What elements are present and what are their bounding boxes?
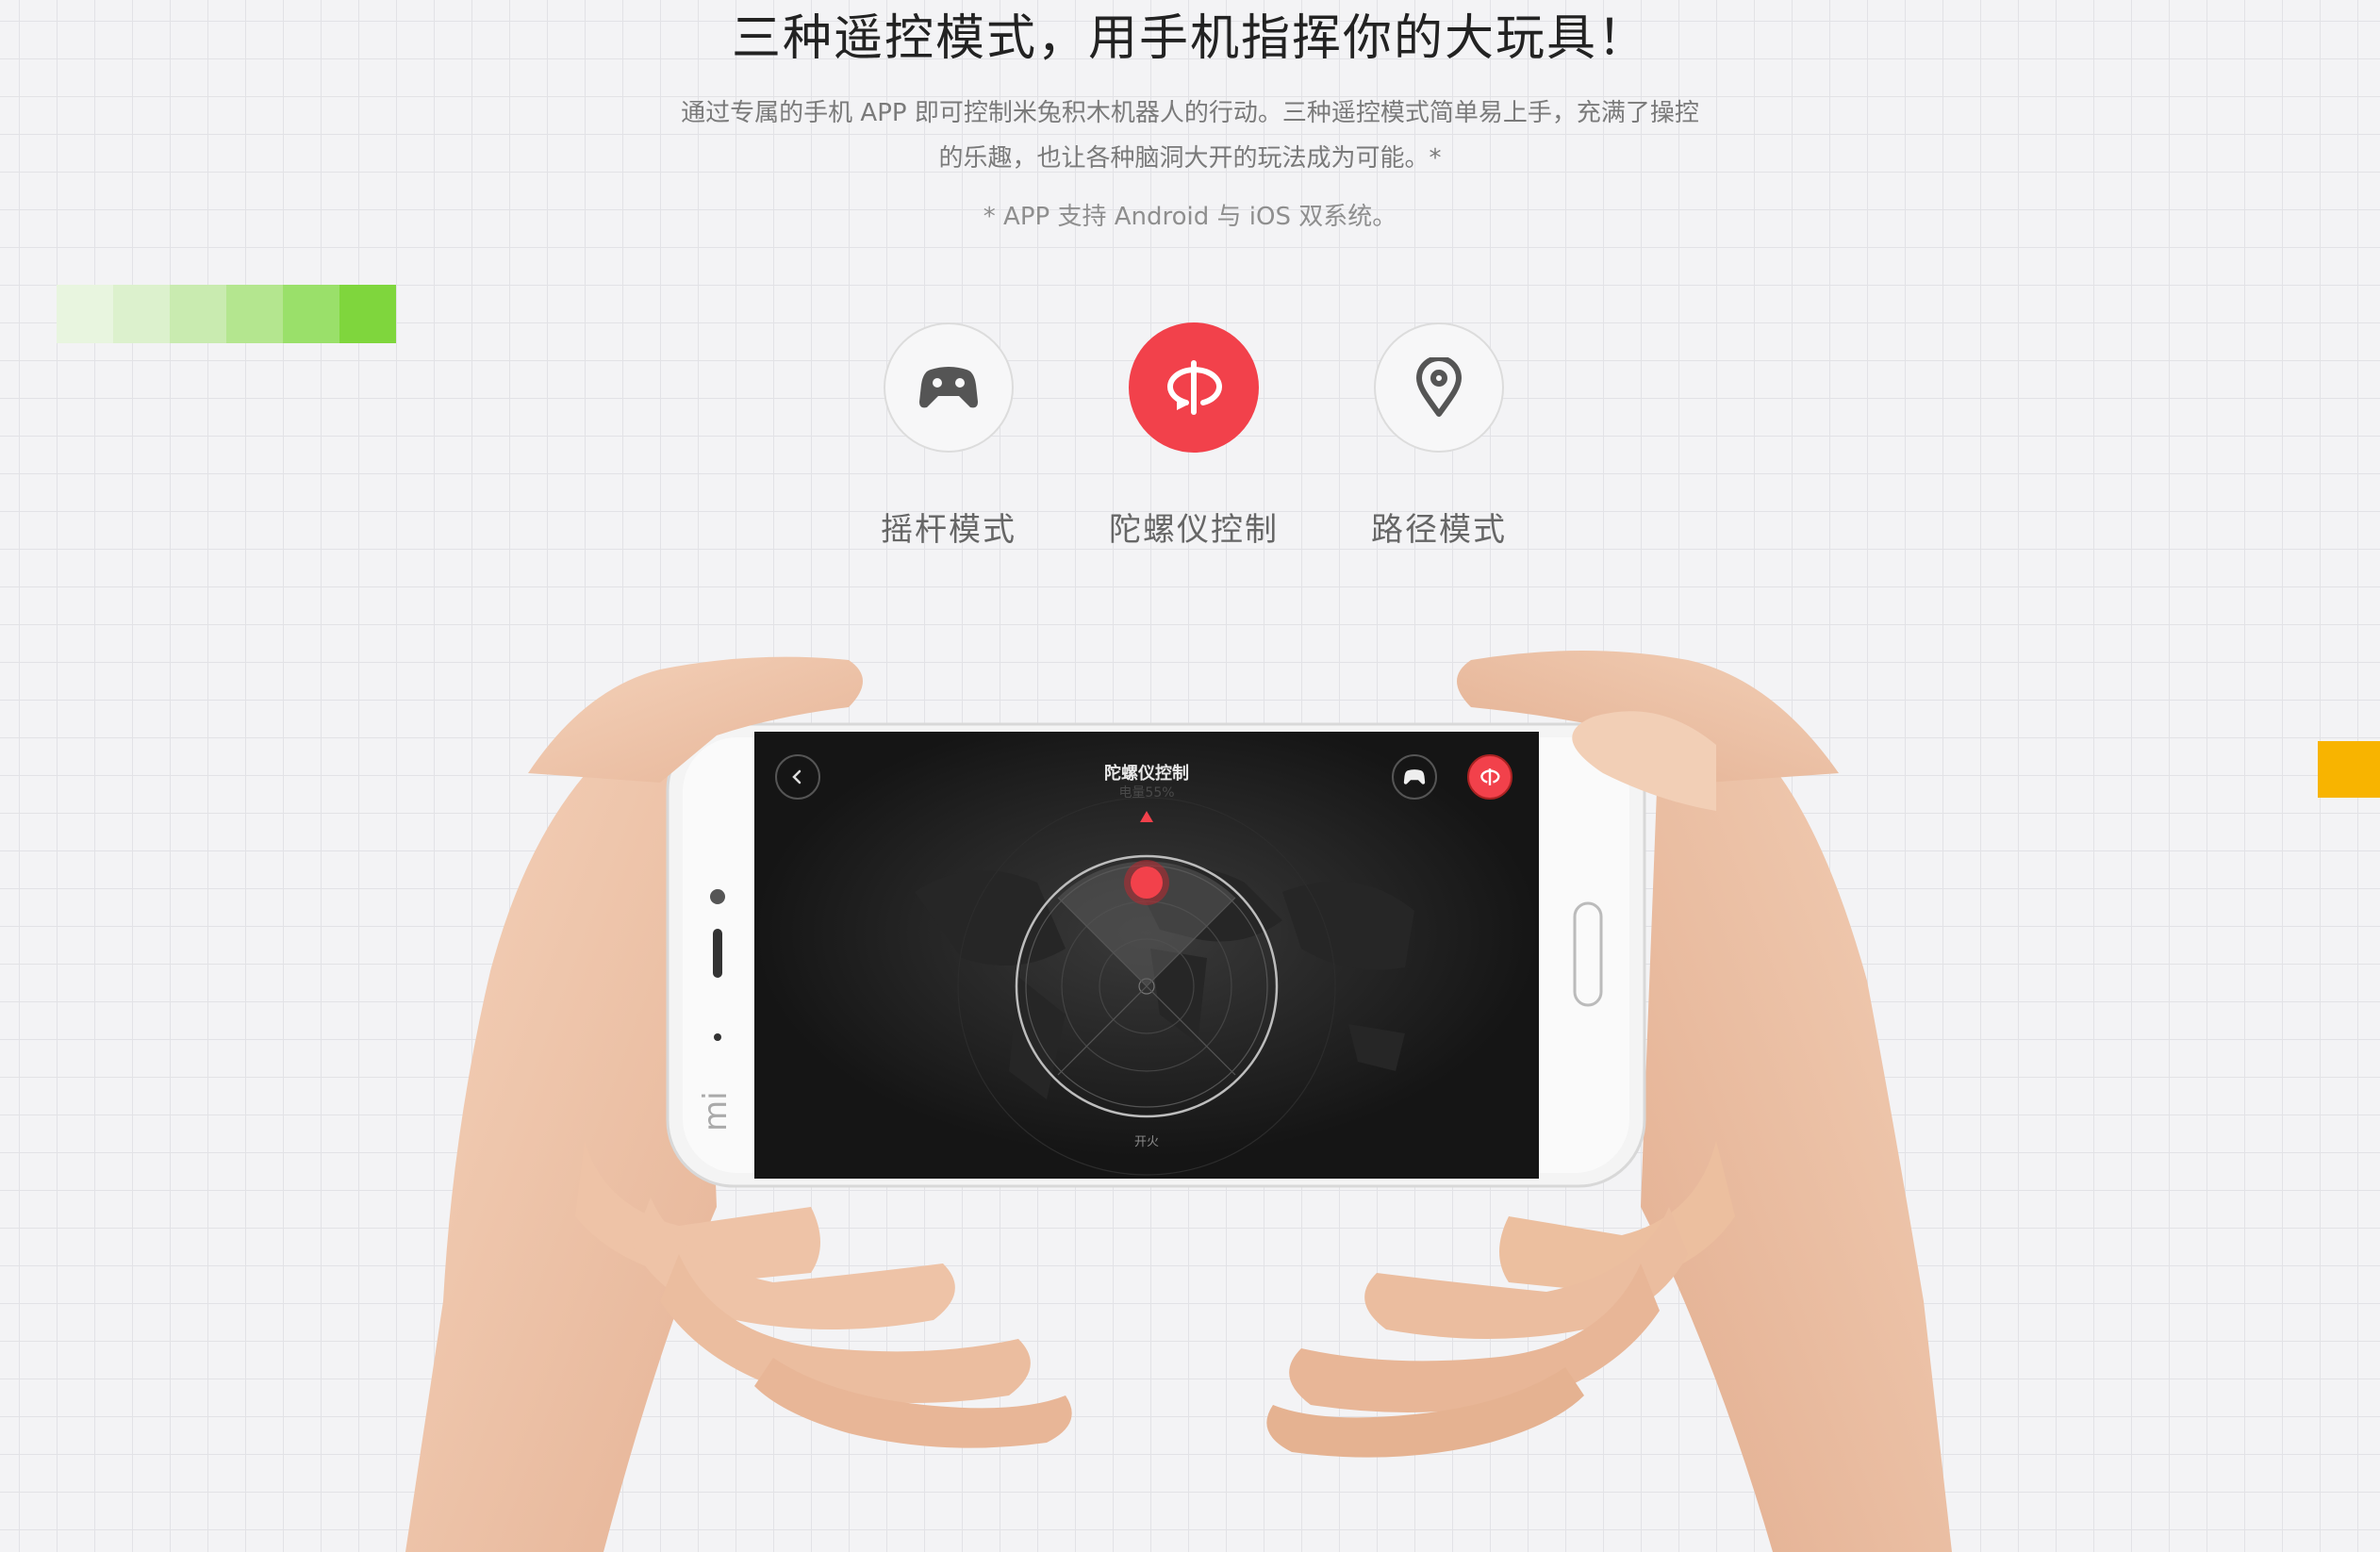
chevron-left-icon [792,769,802,784]
mode-gyroscope[interactable]: 陀螺仪控制 [1071,322,1316,549]
mode-gyroscope-button[interactable] [1129,322,1259,453]
mode-path[interactable]: 路径模式 [1316,322,1562,549]
mode-joystick-button[interactable] [884,322,1014,453]
platform-note: * APP 支持 Android 与 iOS 双系统。 [983,203,1397,231]
mode-joystick-label: 摇杆模式 [881,511,1016,549]
gyro-mode-button[interactable] [1467,754,1512,800]
phone-screen: 陀螺仪控制 电量55% 开火 [754,732,1539,1179]
green-gradient-strip [57,285,396,343]
gyroscope-rotate-icon [1167,360,1222,415]
fire-label: 开火 [1133,1135,1159,1149]
gyroscope-rotate-icon [1480,768,1500,785]
gamepad-icon [919,367,978,408]
mode-gyroscope-label: 陀螺仪控制 [1109,511,1279,549]
map-pin-icon [1416,357,1462,417]
back-button[interactable] [775,754,820,800]
mode-joystick[interactable]: 摇杆模式 [826,322,1071,549]
description-line-2: 的乐趣，也让各种脑洞大开的玩法成为可能。* [938,144,1442,173]
svg-text:mi: mi [697,1091,735,1131]
yellow-decoration-block [2318,741,2380,798]
section-title: 三种遥控模式，用手机指挥你的大玩具！ [731,10,1648,67]
joystick-mode-button[interactable] [1392,754,1437,800]
description-line-1: 通过专属的手机 APP 即可控制米兔积木机器人的行动。三种遥控模式简单易上手，充… [681,99,1699,127]
gamepad-icon [1403,769,1426,784]
mode-path-button[interactable] [1374,322,1504,453]
section-description: 通过专属的手机 APP 即可控制米兔积木机器人的行动。三种遥控模式简单易上手，充… [603,91,1777,181]
mode-path-label: 路径模式 [1371,511,1507,549]
